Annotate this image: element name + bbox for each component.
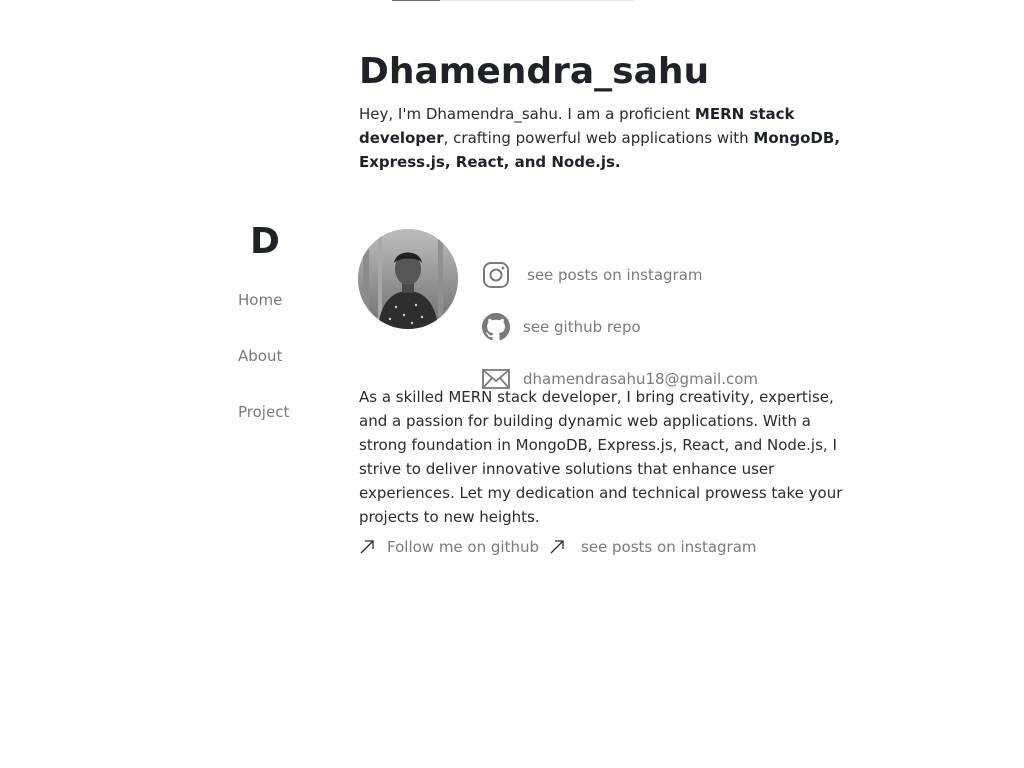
- instagram-icon: [481, 260, 511, 290]
- intro-paragraph: Hey, I'm Dhamendra_sahu. I am a proficie…: [359, 102, 864, 174]
- footer-links: Follow me on github see posts on instagr…: [359, 538, 757, 556]
- intro-text-2: , crafting powerful web applications wit…: [443, 129, 754, 147]
- sidebar-item-project[interactable]: Project: [238, 402, 289, 422]
- avatar: [358, 229, 458, 329]
- scroll-progress-fill: [392, 0, 441, 1]
- follow-github-link[interactable]: Follow me on github: [387, 538, 539, 556]
- contact-instagram[interactable]: see posts on instagram: [481, 259, 703, 291]
- profile-section: see posts on instagram see github repo d…: [358, 212, 864, 389]
- scroll-progress-bar: [392, 0, 634, 1]
- contact-github-label[interactable]: see github repo: [523, 318, 641, 336]
- contact-instagram-label[interactable]: see posts on instagram: [527, 266, 703, 284]
- intro-text-1: Hey, I'm Dhamendra_sahu. I am a proficie…: [359, 105, 695, 123]
- instagram-posts-link[interactable]: see posts on instagram: [581, 538, 757, 556]
- main-content: Dhamendra_sahu Hey, I'm Dhamendra_sahu. …: [358, 50, 864, 556]
- bio-paragraph: As a skilled MERN stack developer, I bri…: [359, 388, 843, 526]
- arrow-up-right-icon: [549, 539, 565, 555]
- site-logo[interactable]: D: [250, 222, 280, 262]
- sidebar-item-about[interactable]: About: [238, 346, 282, 366]
- sidebar-item-home[interactable]: Home: [238, 290, 282, 310]
- github-icon: [481, 312, 511, 342]
- arrow-up-right-icon: [359, 539, 375, 555]
- page-title: Dhamendra_sahu: [359, 51, 710, 92]
- contact-github[interactable]: see github repo: [481, 311, 641, 343]
